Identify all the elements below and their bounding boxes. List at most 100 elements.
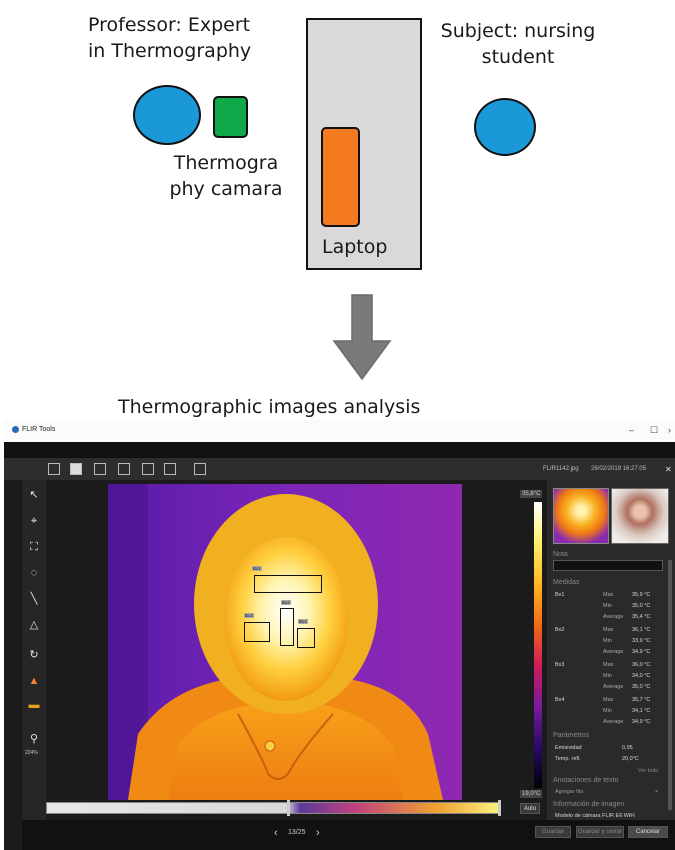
professor-label-line1: Professor: Expert	[88, 14, 251, 36]
info-panel: Nota Medidas Bx1 Max 35,9 °C Min 35,0 °C Aver…	[547, 480, 675, 850]
measurement-stat-label: Max	[603, 697, 614, 703]
close-image-icon[interactable]: ✕	[665, 465, 672, 474]
measurement-stat-label: Max	[603, 627, 614, 633]
slider-handle-left[interactable]	[287, 800, 290, 816]
params-heading: Parámetros	[553, 732, 590, 739]
view-mode-2-icon[interactable]	[70, 463, 82, 475]
professor-label: Professor: Expert in Thermography	[88, 12, 251, 64]
measurement-stat-value: 34,9 °C	[632, 719, 651, 725]
param-emissivity-value[interactable]: 0,95	[622, 745, 633, 751]
temperature-scale-bar	[534, 502, 542, 788]
cancel-button[interactable]: Cancelar	[628, 826, 668, 838]
next-image-button[interactable]: ›	[316, 827, 320, 839]
param-emissivity-label: Emisividad	[555, 745, 582, 751]
visual-thumbnail[interactable]	[611, 488, 669, 544]
save-button[interactable]: Guardar	[535, 826, 571, 838]
measurement-stat-label: Min	[603, 638, 612, 644]
flir-logo-icon	[12, 426, 19, 433]
view-mode-3-icon[interactable]	[94, 463, 106, 475]
measurement-stat-value: 36,1 °C	[632, 627, 651, 633]
measurement-stat-value: 34,9 °C	[632, 649, 651, 655]
scale-min-label: 19,0°C	[520, 790, 543, 798]
text-annotations-heading: Anotaciones de texto	[553, 777, 619, 784]
slider-handle-right[interactable]	[498, 800, 501, 816]
laptop-label: Laptop	[322, 236, 388, 258]
view-mode-5-icon[interactable]	[142, 463, 154, 475]
show-all-link[interactable]: Ver todo	[638, 768, 659, 774]
auto-button[interactable]: Auto	[520, 803, 540, 814]
measurement-stat-value: 36,0 °C	[632, 662, 651, 668]
select-tool-icon[interactable]: ↖	[27, 488, 41, 502]
maximize-icon[interactable]: ☐	[650, 425, 658, 436]
view-mode-6-icon[interactable]	[164, 463, 176, 475]
app-title: FLIR Tools	[22, 426, 56, 433]
subject-label-line2: student	[481, 46, 555, 68]
prev-image-button[interactable]: ‹	[274, 827, 278, 839]
zoom-tool-icon[interactable]: ⚲	[27, 732, 41, 746]
professor-circle	[133, 85, 201, 145]
file-name: FLIR1142.jpg	[543, 466, 579, 472]
measurement-stat-label: Average	[603, 649, 624, 655]
measure-tag-bx1: Bx1	[252, 566, 262, 571]
add-row-plus-icon[interactable]: +	[655, 789, 658, 795]
palette-tool-icon[interactable]: ▲	[27, 674, 41, 688]
measurement-stat-value: 34,1 °C	[632, 708, 651, 714]
laptop-box	[321, 127, 360, 227]
thermal-thumbnail[interactable]	[553, 488, 609, 544]
measurement-stat-label: Average	[603, 719, 624, 725]
measurement-stat-value: 35,0 °C	[632, 603, 651, 609]
measure-box-bx4[interactable]	[297, 628, 315, 648]
delta-tool-icon[interactable]: △	[27, 618, 41, 632]
window-titlebar: FLIR Tools – ☐ ›	[4, 420, 675, 442]
subject-label: Subject: nursing student	[428, 18, 608, 70]
image-toolbar: FLIR1142.jpg 26/02/2019 16:27:05 ✕	[4, 458, 675, 480]
subject-circle	[474, 98, 536, 156]
rotate-tool-icon[interactable]: ↻	[27, 648, 41, 662]
measurement-stat-value: 35,0 °C	[632, 684, 651, 690]
measurement-stat-label: Max	[603, 662, 614, 668]
note-field[interactable]	[553, 560, 663, 571]
measurement-stat-value: 35,9 °C	[632, 592, 651, 598]
image-info-heading: Información de imagen	[553, 801, 625, 808]
flir-tools-window: FLIR Tools – ☐ › FLIR1142.jpg 26/02/2019…	[4, 420, 675, 850]
spot-tool-icon[interactable]: ⌖	[27, 514, 41, 528]
measurement-stat-value: 35,4 °C	[632, 614, 651, 620]
measure-tag-bx3: Bx3	[244, 613, 254, 618]
circle-tool-icon[interactable]: ◌	[27, 566, 41, 580]
measurement-stat-label: Min	[603, 673, 612, 679]
measurement-stat-label: Min	[603, 708, 612, 714]
measurement-stat-value: 34,0 °C	[632, 673, 651, 679]
minimize-icon[interactable]: –	[629, 425, 634, 435]
fit-icon[interactable]	[194, 463, 206, 475]
param-reflected-value[interactable]: 20,0°C	[622, 756, 639, 762]
professor-label-line2: in Thermography	[88, 40, 252, 62]
camera-label-line1: Thermogra	[173, 152, 279, 174]
box-tool-icon[interactable]: ⛶	[27, 540, 41, 554]
save-close-button[interactable]: Guardar y cerrar	[576, 826, 624, 838]
measurement-stat-value: 35,7 °C	[632, 697, 651, 703]
measure-box-bx3[interactable]	[244, 622, 270, 642]
level-span-slider[interactable]	[46, 802, 500, 814]
measure-tag-bx2: Bx2	[281, 600, 291, 605]
measurement-stat-label: Average	[603, 614, 624, 620]
measurement-stat-label: Min	[603, 603, 612, 609]
camera-label: Thermogra phy camara	[161, 150, 291, 202]
measurement-name-bx2: Bx2	[555, 627, 565, 633]
view-mode-1-icon[interactable]	[48, 463, 60, 475]
camera-box	[213, 96, 248, 138]
measure-box-bx1[interactable]	[254, 575, 322, 593]
subject-label-line1: Subject: nursing	[440, 20, 596, 42]
view-mode-4-icon[interactable]	[118, 463, 130, 475]
measurements-heading: Medidas	[553, 579, 580, 586]
camera-label-line2: phy camara	[169, 178, 283, 200]
param-reflected-label: Temp. refl.	[555, 756, 581, 762]
analysis-label: Thermographic images analysis	[118, 396, 421, 418]
menu-strip	[4, 442, 675, 458]
add-row-button[interactable]: Agregar fila	[555, 789, 583, 795]
close-window-icon[interactable]: ›	[668, 425, 671, 435]
measurement-stat-label: Average	[603, 684, 624, 690]
measure-box-bx2[interactable]	[280, 608, 294, 646]
panel-scrollbar[interactable]	[668, 560, 672, 810]
line-tool-icon[interactable]: ╲	[27, 592, 41, 606]
image-tool-icon[interactable]: ▬	[27, 698, 41, 712]
